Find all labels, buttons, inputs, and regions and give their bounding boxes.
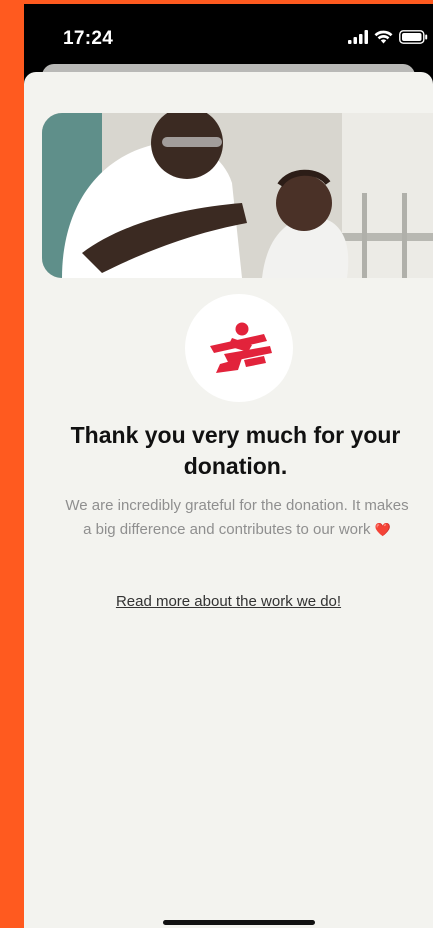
phone-screen: 17:24 Thank you very much for your donat…: [24, 4, 433, 928]
status-bar: 17:24: [24, 4, 433, 70]
heart-icon: ❤️: [374, 522, 391, 537]
msf-logo-icon: [210, 322, 272, 373]
signal-icon: [348, 30, 368, 44]
thanks-message-text: We are incredibly grateful for the donat…: [65, 497, 409, 538]
wifi-icon: [374, 30, 393, 44]
home-indicator[interactable]: [163, 920, 315, 925]
msf-logo-badge: [185, 294, 293, 402]
status-icons: [348, 30, 429, 44]
thanks-title: Thank you very much for your donation.: [70, 422, 401, 479]
status-time: 17:24: [63, 28, 114, 49]
battery-icon: [399, 30, 428, 44]
hero-photo: [42, 113, 433, 278]
read-more-link[interactable]: Read more about the work we do!: [24, 593, 433, 610]
hero-illustration: [42, 113, 433, 278]
thanks-message: We are incredibly grateful for the donat…: [62, 494, 412, 542]
